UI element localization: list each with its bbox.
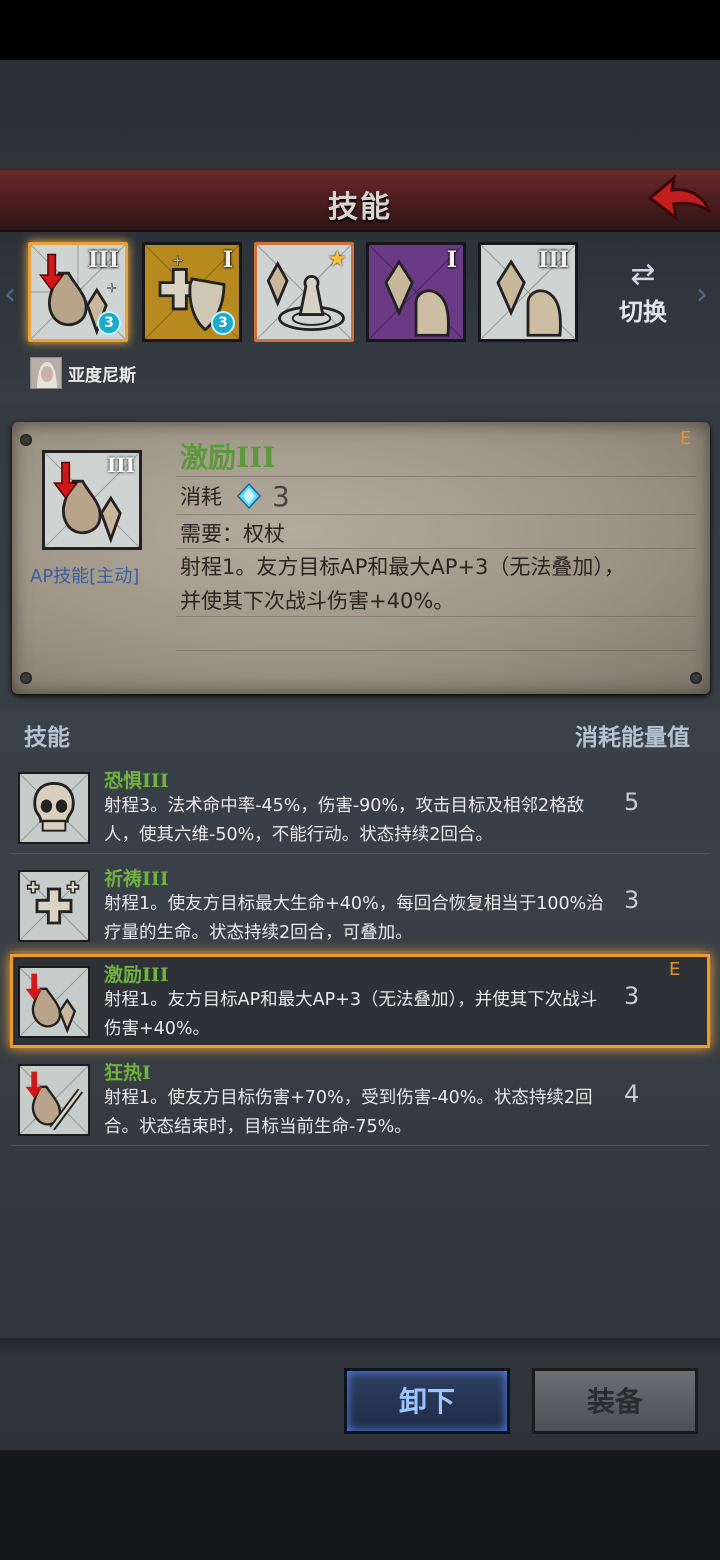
skill-name: 祈祷III [104, 868, 169, 890]
back-arrow-icon [647, 174, 712, 222]
skill-name: 恐惧III [104, 770, 169, 792]
swap-arrows-icon: ⇄ [630, 257, 656, 292]
equipped-tag: E [680, 428, 692, 449]
back-button[interactable] [647, 172, 714, 228]
pin-icon [20, 434, 32, 446]
list-header-skill: 技能 [24, 725, 70, 751]
skill-type: AP技能[主动] [30, 566, 140, 587]
skill-description: 射程3。法术命中率-45%，伤害-90%，攻击目标及相邻2格敌人，使其六维-50… [104, 796, 585, 845]
divider [176, 548, 696, 549]
skill-slot-5[interactable]: III [478, 242, 578, 342]
skill-list-item[interactable]: 恐惧III 射程3。法术命中率-45%，伤害-90%，攻击目标及相邻2格敌人，使… [10, 760, 710, 854]
switch-label: 切换 [619, 298, 667, 326]
bottom-area [0, 1450, 720, 1560]
detail-skill-icon: III [42, 450, 142, 550]
slot-level: III [88, 247, 119, 273]
unequip-button[interactable]: 卸下 [344, 1368, 510, 1434]
header-bar: 技能 [0, 170, 720, 232]
cost-label: 消耗 [180, 485, 222, 509]
skill-name: 激励III [104, 964, 169, 986]
detail-description: 射程1。友方目标AP和最大AP+3（无法叠加），并使其下次战斗伤害+40%。 [180, 555, 625, 613]
svg-text:+: + [106, 281, 117, 296]
cost-value: 3 [272, 479, 290, 513]
equipped-tag: E [669, 959, 681, 980]
divider [176, 476, 696, 477]
list-header-cost: 消耗能量值 [575, 725, 690, 751]
skull-icon [18, 772, 90, 844]
status-bar-area [0, 0, 720, 60]
page-title: 技能 [328, 190, 392, 225]
hero-avatar [30, 357, 62, 389]
detail-requirement: 需要：权杖 [180, 522, 285, 546]
prayer-cross-icon [18, 870, 90, 942]
equip-button[interactable]: 装备 [532, 1368, 698, 1434]
skill-description: 射程1。使友方目标伤害+70%，受到伤害-40%。状态持续2回合。状态结束时，目… [104, 1088, 593, 1137]
hero-tag[interactable]: 亚度尼斯 [30, 356, 136, 390]
star-icon: ★ [327, 247, 347, 272]
fanatic-sword-icon [18, 1064, 90, 1136]
skill-slot-3[interactable]: ★ [254, 242, 354, 342]
skill-list-item[interactable]: 祈祷III 射程1。使友方目标最大生命+40%，每回合恢复相当于100%治疗量的… [10, 858, 710, 952]
inspire-icon [18, 966, 90, 1038]
slot-level: I [222, 247, 233, 273]
pin-icon [20, 672, 32, 684]
svg-text:+: + [171, 252, 184, 270]
switch-button[interactable]: ⇄ 切换 [608, 258, 678, 338]
skill-cost: 3 [624, 886, 640, 914]
skill-description: 射程1。友方目标AP和最大AP+3（无法叠加），并使其下次战斗伤害+40%。 [104, 990, 598, 1039]
detail-skill-name: 激励III [180, 441, 276, 474]
detail-cost: 消耗 3 [180, 478, 290, 514]
detail-level: III [106, 453, 135, 477]
skill-slot-1[interactable]: + III 3 [28, 242, 128, 342]
divider [176, 514, 696, 515]
energy-gem-icon [236, 483, 262, 509]
hero-name: 亚度尼斯 [68, 365, 136, 386]
skill-list-item[interactable]: 狂热I 射程1。使友方目标伤害+70%，受到伤害-40%。状态持续2回合。状态结… [10, 1052, 710, 1146]
next-arrow-icon[interactable]: › [696, 280, 716, 310]
slot-cost-badge: 3 [97, 311, 121, 335]
skill-list-header: 技能 消耗能量值 [0, 710, 720, 754]
skill-cost: 4 [624, 1080, 640, 1108]
divider [176, 650, 696, 651]
pin-icon [690, 672, 702, 684]
prev-arrow-icon[interactable]: ‹ [4, 280, 24, 310]
slot-cost-badge: 3 [211, 311, 235, 335]
skill-description: 射程1。使友方目标最大生命+40%，每回合恢复相当于100%治疗量的生命。状态持… [104, 894, 604, 943]
skill-list-item-selected[interactable]: 激励III 射程1。友方目标AP和最大AP+3（无法叠加），并使其下次战斗伤害+… [10, 954, 710, 1048]
button-bar-divider [0, 1338, 720, 1356]
skill-cost: 5 [624, 788, 640, 816]
skill-slot-2[interactable]: + I 3 [142, 242, 242, 342]
skill-slot-4[interactable]: I [366, 242, 466, 342]
slot-level: III [538, 247, 569, 273]
skill-name: 狂热I [104, 1062, 151, 1084]
skill-cost: 3 [624, 982, 640, 1010]
slot-level: I [446, 247, 457, 273]
